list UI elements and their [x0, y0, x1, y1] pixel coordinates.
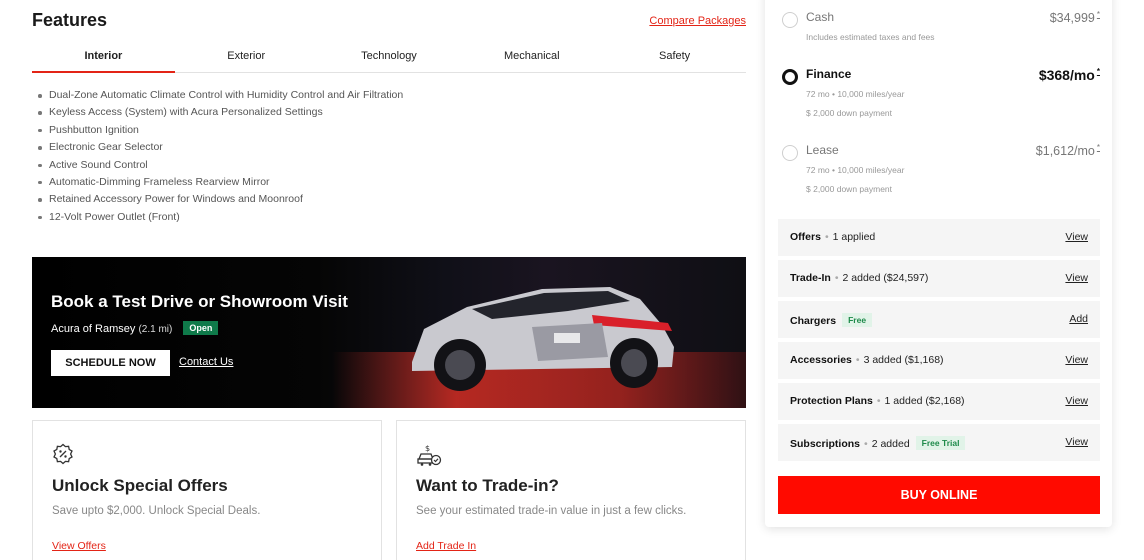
card-text: See your estimated trade-in value in jus… — [416, 505, 687, 517]
free-badge: Free — [842, 313, 873, 327]
finance-radio[interactable] — [782, 69, 798, 85]
list-item: Pushbutton Ignition — [36, 122, 403, 139]
row-offers: Offers • 1 applied View — [778, 219, 1100, 256]
trade-in-card: $ Want to Trade-in? See your estimated t… — [396, 420, 746, 560]
tab-mechanical[interactable]: Mechanical — [460, 46, 603, 72]
card-title: Want to Trade-in? — [416, 476, 559, 495]
list-item: Automatic-Dimming Frameless Rearview Mir… — [36, 174, 403, 191]
payment-option-cash[interactable]: Cash $34,999 * Includes estimated taxes a… — [782, 10, 1100, 60]
option-detail: $ 2,000 down payment — [806, 108, 893, 118]
option-name: Lease — [806, 143, 839, 157]
row-subscriptions: Subscriptions • 2 added Free Trial View — [778, 424, 1100, 461]
tab-safety[interactable]: Safety — [603, 46, 746, 72]
car-image — [412, 287, 674, 391]
status-badge: Open — [183, 321, 219, 335]
row-label: Trade-In • 2 added ($24,597) — [790, 272, 929, 284]
banner-title: Book a Test Drive or Showroom Visit — [51, 292, 348, 311]
protection-plans-view-link[interactable]: View — [1065, 395, 1088, 407]
row-label: Offers • 1 applied — [790, 231, 876, 243]
option-detail: Includes estimated taxes and fees — [806, 32, 935, 42]
cash-radio[interactable] — [782, 12, 798, 28]
tab-technology[interactable]: Technology — [318, 46, 461, 72]
car-trade-in-icon: $ — [417, 444, 442, 466]
special-offers-card: Unlock Special Offers Save upto $2,000. … — [32, 420, 382, 560]
dealer-name: Acura of Ramsey — [51, 323, 136, 335]
lease-radio[interactable] — [782, 145, 798, 161]
feature-tabs: Interior Exterior Technology Mechanical … — [32, 46, 746, 73]
list-item: Keyless Access (System) with Acura Perso… — [36, 104, 403, 121]
dealer-distance: (2.1 mi) — [138, 324, 173, 335]
payment-panel: Cash $34,999 * Includes estimated taxes a… — [765, 0, 1112, 527]
percent-badge-icon — [53, 443, 73, 465]
row-label: Subscriptions • 2 added Free Trial — [790, 436, 966, 450]
option-detail: 72 mo • 10,000 miles/year — [806, 89, 905, 99]
row-chargers: Chargers Free Add — [778, 301, 1100, 338]
list-item: Dual-Zone Automatic Climate Control with… — [36, 87, 403, 104]
features-header: Features Compare Packages — [32, 10, 746, 32]
list-item: Electronic Gear Selector — [36, 139, 403, 156]
tab-exterior[interactable]: Exterior — [175, 46, 318, 72]
row-trade-in: Trade-In • 2 added ($24,597) View — [778, 260, 1100, 297]
compare-packages-link[interactable]: Compare Packages — [649, 15, 746, 27]
dealer-info: Acura of Ramsey (2.1 mi) Open — [51, 321, 219, 335]
payment-option-finance[interactable]: Finance $368/mo * 72 mo • 10,000 miles/ye… — [782, 67, 1100, 127]
svg-text:$: $ — [425, 444, 430, 453]
row-label: Protection Plans • 1 added ($2,168) — [790, 395, 965, 407]
option-price: $368/mo * — [1038, 67, 1100, 83]
card-text: Save upto $2,000. Unlock Special Deals. — [52, 505, 261, 517]
free-trial-badge: Free Trial — [915, 436, 966, 450]
chargers-add-link[interactable]: Add — [1069, 313, 1088, 325]
tab-interior[interactable]: Interior — [32, 46, 175, 73]
list-item: Retained Accessory Power for Windows and… — [36, 191, 403, 208]
option-name: Cash — [806, 10, 835, 24]
option-detail: 72 mo • 10,000 miles/year — [806, 165, 905, 175]
row-accessories: Accessories • 3 added ($1,168) View — [778, 342, 1100, 379]
list-item: 12-Volt Power Outlet (Front) — [36, 209, 403, 226]
accessories-view-link[interactable]: View — [1065, 354, 1088, 366]
payment-option-lease[interactable]: Lease $1,612/mo * 72 mo • 10,000 miles/ye… — [782, 143, 1100, 203]
option-name: Finance — [806, 67, 852, 81]
option-price: $34,999 * — [1049, 10, 1100, 26]
features-title: Features — [32, 10, 108, 30]
test-drive-banner: Book a Test Drive or Showroom Visit Acur… — [32, 257, 746, 408]
left-column: Features Compare Packages Interior Exter… — [32, 0, 746, 560]
row-label: Chargers Free — [790, 313, 873, 327]
option-detail: $ 2,000 down payment — [806, 184, 893, 194]
offers-view-link[interactable]: View — [1065, 231, 1088, 243]
trade-in-view-link[interactable]: View — [1065, 272, 1088, 284]
card-title: Unlock Special Offers — [52, 476, 228, 495]
row-protection-plans: Protection Plans • 1 added ($2,168) View — [778, 383, 1100, 420]
subscriptions-view-link[interactable]: View — [1065, 436, 1088, 448]
row-label: Accessories • 3 added ($1,168) — [790, 354, 944, 366]
schedule-now-button[interactable]: SCHEDULE NOW — [51, 350, 170, 376]
buy-online-button[interactable]: BUY ONLINE — [778, 476, 1100, 514]
view-offers-link[interactable]: View Offers — [52, 540, 106, 552]
list-item: Active Sound Control — [36, 157, 403, 174]
option-price: $1,612/mo * — [1035, 143, 1100, 159]
add-trade-in-link[interactable]: Add Trade In — [416, 540, 476, 552]
contact-us-link[interactable]: Contact Us — [179, 356, 233, 368]
feature-list: Dual-Zone Automatic Climate Control with… — [36, 87, 403, 226]
